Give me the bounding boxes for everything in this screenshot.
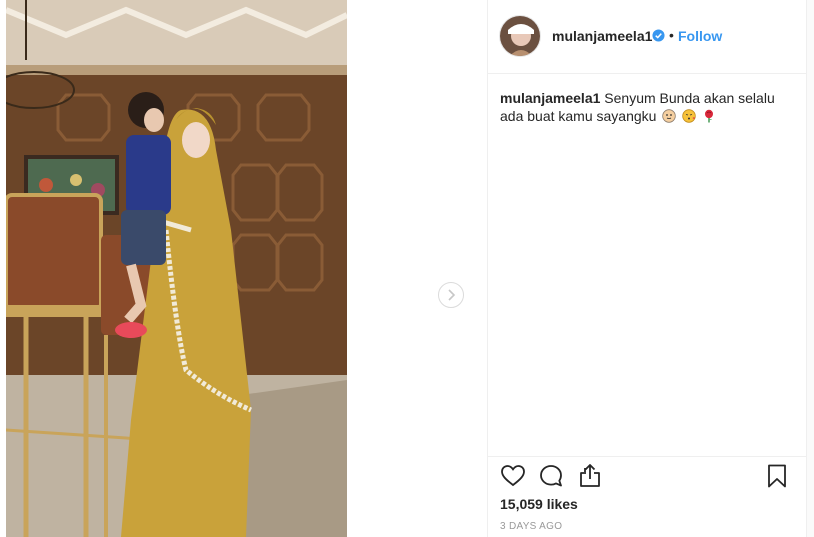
likes-count[interactable]: 15,059 likes (500, 496, 578, 512)
carousel-next-button[interactable] (438, 282, 464, 308)
post-header: mulanjameela1 • Follow (488, 0, 808, 74)
rose-icon (705, 109, 714, 123)
header-username[interactable]: mulanjameela1 (552, 28, 652, 44)
post-timestamp[interactable]: 3 DAYS AGO (500, 521, 562, 532)
chevron-right-icon (448, 289, 456, 301)
share-icon[interactable] (577, 463, 603, 489)
bookmark-icon[interactable] (764, 463, 790, 489)
page-edge (807, 0, 814, 537)
comment-bubble-icon[interactable] (538, 463, 564, 489)
avatar-image (500, 16, 540, 56)
baby-face-icon (662, 109, 677, 123)
kissing-face-icon (682, 109, 696, 123)
avatar[interactable] (499, 15, 541, 57)
separator-dot: • (669, 27, 674, 43)
post-sidebar: mulanjameela1 • Follow mulanjameela1 Sen… (487, 0, 808, 537)
follow-button[interactable]: Follow (678, 28, 722, 44)
heart-icon[interactable] (500, 463, 526, 489)
instagram-post: mulanjameela1 • Follow mulanjameela1 Sen… (0, 0, 814, 537)
caption-username[interactable]: mulanjameela1 (500, 90, 600, 106)
post-photo[interactable] (6, 0, 347, 537)
media-gap (347, 0, 487, 537)
photo-illustration (6, 0, 347, 537)
verified-badge-icon (652, 29, 665, 42)
post-caption: mulanjameela1 Senyum Bunda akan selalu a… (500, 89, 780, 125)
action-bar (488, 456, 808, 496)
